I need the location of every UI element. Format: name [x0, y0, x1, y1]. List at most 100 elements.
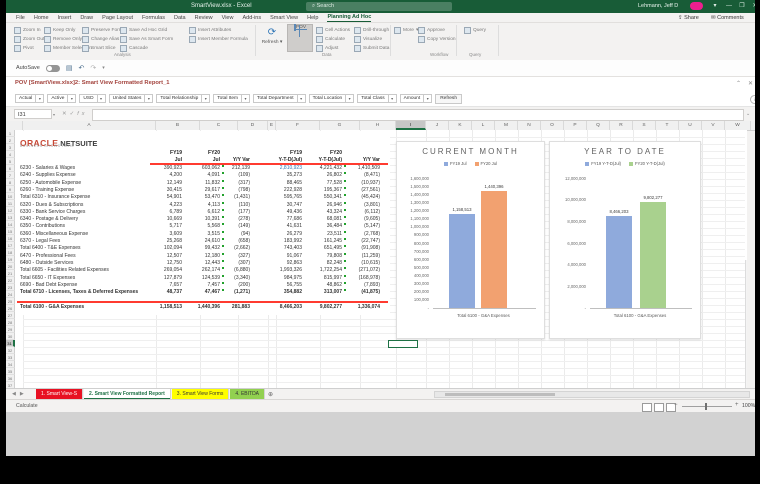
row-header-33[interactable]: 33	[6, 354, 15, 361]
row-header-29[interactable]: 29	[6, 326, 15, 333]
dropdown-arrow-icon[interactable]: ▾	[202, 94, 211, 103]
row-header-10[interactable]: 10	[6, 193, 15, 200]
ribbon-tab-add-ins[interactable]: Add-ins	[242, 15, 261, 21]
ribbon-tab-planning-ad-hoc[interactable]: Planning Ad Hoc	[327, 14, 372, 22]
column-header-l[interactable]: L	[472, 121, 495, 130]
comments-button[interactable]: ✉ Comments	[711, 15, 744, 21]
share-button[interactable]: ⇪ Share	[678, 15, 699, 21]
ribbon-button-drill-through[interactable]: Drill-through	[354, 26, 389, 34]
pov-dimension-value[interactable]: United States	[108, 94, 146, 103]
row-header-18[interactable]: 18	[6, 249, 15, 256]
row-header-7[interactable]: 7	[6, 172, 15, 179]
pov-dimension-united-states[interactable]: United States ▾	[108, 94, 154, 103]
dropdown-arrow-icon[interactable]: ▾	[388, 94, 397, 103]
ribbon-button-insert-member-formula[interactable]: Insert Member Formula	[189, 35, 248, 43]
row-header-30[interactable]: 30	[6, 333, 15, 340]
chart-current-month[interactable]: CURRENT MONTH FY19 Jul FY20 Jul 1,600,000 1,…	[396, 141, 545, 339]
ribbon-tab-formulas[interactable]: Formulas	[142, 15, 165, 21]
row-header-22[interactable]: 22	[6, 277, 15, 284]
ribbon-button-zoom-out[interactable]: Zoom Out	[14, 35, 44, 43]
chart-year-to-date[interactable]: YEAR TO DATE FY19 Y-T-D(Jul) FY20 Y-T-D(Ju…	[549, 141, 701, 339]
column-header-n[interactable]: N	[518, 121, 541, 130]
row-header-11[interactable]: 11	[6, 200, 15, 207]
ribbon-tab-file[interactable]: File	[16, 15, 25, 21]
dropdown-arrow-icon[interactable]: ▾	[36, 94, 45, 103]
ribbon-button-pivot[interactable]: Pivot	[14, 44, 34, 52]
ribbon-button-insert-attributes[interactable]: Insert Attributes	[189, 26, 231, 34]
pov-dimension-value[interactable]: Amount	[399, 94, 425, 103]
row-header-13[interactable]: 13	[6, 214, 15, 221]
column-header-k[interactable]: K	[449, 121, 472, 130]
pov-dimension-active[interactable]: Active ▾	[47, 94, 77, 103]
pov-dimension-value[interactable]: Total Location	[308, 94, 347, 103]
zoom-out-icon[interactable]: −	[674, 402, 678, 408]
row-header-27[interactable]: 27	[6, 312, 15, 319]
ribbon-button-cell-actions[interactable]: Cell Actions	[316, 26, 350, 34]
row-header-21[interactable]: 21	[6, 270, 15, 277]
user-name[interactable]: Lehmann, Jeff D	[638, 3, 678, 9]
row-header-3[interactable]: 3	[6, 144, 15, 151]
dropdown-arrow-icon[interactable]: ▾	[346, 94, 355, 103]
column-header-d[interactable]: D	[238, 121, 268, 130]
row-header-24[interactable]: 24	[6, 291, 15, 298]
scroll-up-icon[interactable]: ▲	[746, 261, 747, 266]
pov-dimension-usd[interactable]: USD ▾	[79, 94, 106, 103]
ribbon-button-cascade[interactable]: Cascade	[120, 44, 148, 52]
ribbon-button-keep-only[interactable]: Keep Only	[44, 26, 75, 34]
dropdown-arrow-icon[interactable]: ▾	[242, 94, 251, 103]
ribbon-button-change-alias[interactable]: Change Alias	[82, 35, 119, 43]
ribbon-button-copy-version[interactable]: Copy Version	[418, 35, 456, 43]
pov-refresh-button[interactable]: Refresh	[435, 93, 462, 104]
vertical-scrollbar[interactable]: ▲ ▼	[745, 260, 747, 388]
row-header-16[interactable]: 16	[6, 235, 15, 242]
column-header-g[interactable]: G	[320, 121, 360, 130]
pov-dimension-total-class[interactable]: Total Class ▾	[357, 94, 397, 103]
ribbon-button-submit-data[interactable]: Submit Data	[354, 44, 389, 52]
row-header-14[interactable]: 14	[6, 221, 15, 228]
selected-cell[interactable]	[388, 340, 418, 348]
pov-dimension-value[interactable]: Total Relationship	[156, 94, 203, 103]
row-header-6[interactable]: 6	[6, 165, 15, 172]
refresh-button[interactable]: ⟳ Refresh ▾	[259, 24, 285, 52]
ribbon-button-save-ad-hoc-grid[interactable]: Save Ad Hoc Grid	[120, 26, 167, 34]
redo-icon[interactable]: ↷	[90, 64, 96, 72]
row-header-31[interactable]: 31	[6, 340, 15, 347]
ribbon-tab-page-layout[interactable]: Page Layout	[102, 15, 133, 21]
pov-dimension-total-department[interactable]: Total Department ▾	[253, 94, 306, 103]
row-header-36[interactable]: 36	[6, 375, 15, 382]
column-header-s[interactable]: S	[633, 121, 656, 130]
row-header-32[interactable]: 32	[6, 347, 15, 354]
column-header-p[interactable]: P	[564, 121, 587, 130]
row-header-25[interactable]: 25	[6, 298, 15, 305]
ribbon-tab-data[interactable]: Data	[174, 15, 186, 21]
column-header-f[interactable]: F	[276, 121, 320, 130]
zoom-in-icon[interactable]: +	[735, 402, 739, 408]
autosave-toggle[interactable]	[45, 64, 60, 72]
pov-dimension-amount[interactable]: Amount ▾	[399, 94, 433, 103]
ribbon-button-query[interactable]: Query	[464, 26, 486, 34]
search-box[interactable]: ⌕ Search	[306, 2, 452, 11]
row-header-15[interactable]: 15	[6, 228, 15, 235]
pov-dimension-total-item[interactable]: Total Item ▾	[213, 94, 251, 103]
ribbon-button-remove-only[interactable]: Remove Only	[44, 35, 82, 43]
save-icon[interactable]: ▤	[66, 64, 73, 72]
name-box-arrow-icon[interactable]: ▾	[53, 112, 55, 117]
column-header-a[interactable]: A	[23, 121, 156, 130]
row-header-2[interactable]: 2	[6, 137, 15, 144]
column-header-t[interactable]: T	[656, 121, 679, 130]
column-header-q[interactable]: Q	[587, 121, 610, 130]
fx-icon[interactable]: fx	[77, 111, 87, 117]
row-header-5[interactable]: 5	[6, 158, 15, 165]
ribbon-button-adjust[interactable]: Adjust	[316, 44, 338, 52]
ribbon-button-smart-slice[interactable]: Smart Slice	[82, 44, 116, 52]
ribbon-button-calculate[interactable]: Calculate	[316, 35, 345, 43]
pov-dimension-value[interactable]: Total Item	[213, 94, 243, 103]
row-header-4[interactable]: 4	[6, 151, 15, 158]
restore-icon[interactable]: ❐	[737, 2, 747, 11]
ribbon-button-visualize[interactable]: Visualize	[354, 35, 382, 43]
horizontal-scroll-thumb[interactable]	[445, 393, 555, 396]
ribbon-tab-draw[interactable]: Draw	[80, 15, 93, 21]
row-header-20[interactable]: 20	[6, 263, 15, 270]
worksheet-grid[interactable]: 1 2 3 4 5 6 7 8 9 10 11 12 13 14 15 16 17 18 19 20 21 22 23 24 2…	[6, 130, 747, 388]
ribbon-button-zoom-in[interactable]: Zoom In	[14, 26, 41, 34]
